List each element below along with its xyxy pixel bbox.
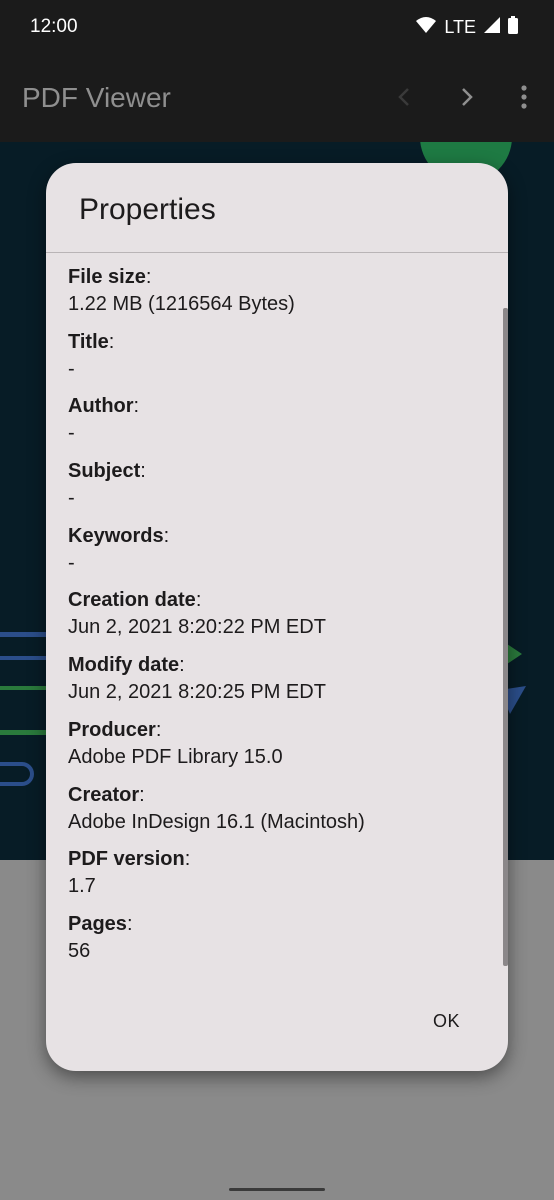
- more-vert-icon: [521, 84, 527, 114]
- property-label: Subject: [68, 460, 141, 483]
- property-value: -: [68, 551, 75, 574]
- property-value: Jun 2, 2021 8:20:25 PM EDT: [68, 681, 326, 704]
- battery-icon: [508, 16, 518, 39]
- properties-dialog: Properties File size: 1.22 MB (1216564 B…: [46, 163, 508, 1071]
- status-icons: LTE: [416, 16, 518, 39]
- property-keywords: Keywords: -: [68, 522, 488, 587]
- property-creation-date: Creation date: Jun 2, 2021 8:20:22 PM ED…: [68, 586, 488, 651]
- status-bar: 12:00 LTE: [0, 0, 554, 56]
- previous-page-button[interactable]: [387, 82, 421, 116]
- property-value: 56: [68, 939, 91, 962]
- property-label: Modify date: [68, 654, 180, 677]
- chevron-right-icon: [460, 87, 474, 112]
- property-value: -: [68, 357, 75, 380]
- property-label: Title: [68, 330, 109, 353]
- signal-icon: [484, 17, 500, 38]
- dialog-divider: [46, 252, 508, 253]
- property-subject: Subject: -: [68, 457, 488, 522]
- home-indicator[interactable]: [229, 1188, 325, 1191]
- overflow-menu-button[interactable]: [507, 82, 541, 116]
- property-author: Author: -: [68, 392, 488, 457]
- chevron-left-icon: [397, 87, 411, 112]
- property-value: 1.22 MB (1216564 Bytes): [68, 293, 295, 315]
- property-label: Creation date: [68, 589, 196, 612]
- property-value: -: [68, 422, 75, 445]
- wifi-icon: [416, 17, 437, 38]
- property-label: Creator: [68, 783, 140, 806]
- property-file-size: File size: 1.22 MB (1216564 Bytes): [68, 263, 488, 328]
- app-title: PDF Viewer: [22, 82, 171, 113]
- property-label: Keywords: [68, 524, 164, 547]
- property-pages: Pages: 56: [68, 910, 488, 975]
- next-page-button[interactable]: [450, 82, 484, 116]
- property-label: Pages: [68, 912, 127, 935]
- property-label: Producer: [68, 718, 156, 741]
- property-modify-date: Modify date: Jun 2, 2021 8:20:25 PM EDT: [68, 651, 488, 716]
- property-value: -: [68, 487, 75, 510]
- app-bar: PDF Viewer: [0, 56, 554, 142]
- ok-button[interactable]: OK: [425, 1005, 468, 1038]
- property-pdf-version: PDF version: 1.7: [68, 845, 488, 910]
- properties-list[interactable]: File size: 1.22 MB (1216564 Bytes) Title…: [68, 263, 488, 975]
- scrollbar[interactable]: [503, 308, 508, 966]
- property-creator: Creator: Adobe InDesign 16.1 (Macintosh): [68, 781, 488, 846]
- property-label: File size: [68, 266, 146, 288]
- property-title: Title: -: [68, 328, 488, 393]
- network-type: LTE: [444, 17, 476, 37]
- property-value: Adobe PDF Library 15.0: [68, 745, 283, 768]
- property-value: Jun 2, 2021 8:20:22 PM EDT: [68, 616, 326, 639]
- property-label: PDF version: [68, 848, 185, 871]
- property-value: 1.7: [68, 875, 96, 898]
- property-label: Author: [68, 395, 134, 418]
- status-time: 12:00: [30, 16, 78, 37]
- dialog-title: Properties: [79, 193, 216, 226]
- property-producer: Producer: Adobe PDF Library 15.0: [68, 716, 488, 781]
- property-value: Adobe InDesign 16.1 (Macintosh): [68, 810, 365, 833]
